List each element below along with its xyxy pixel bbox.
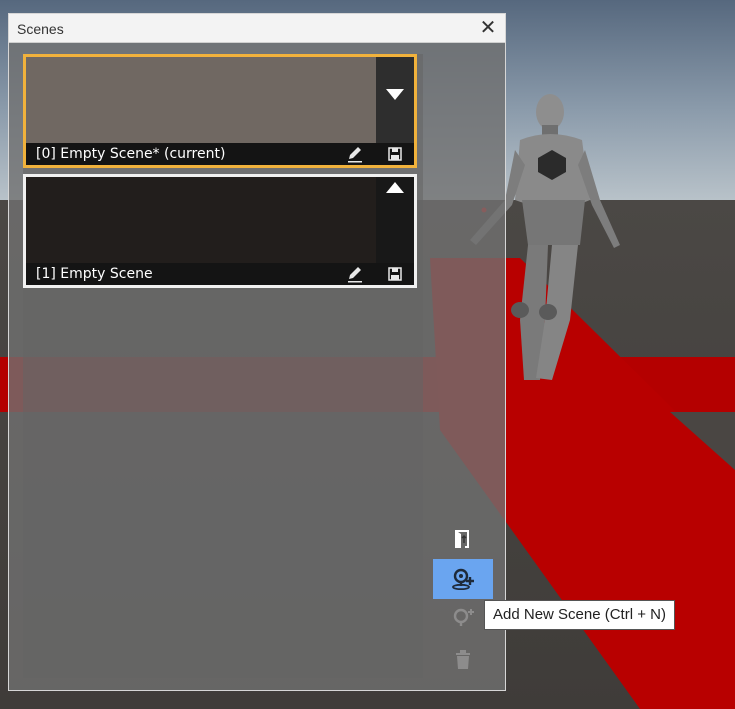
add-new-scene-button[interactable] (433, 559, 493, 599)
save-scene-button[interactable] (387, 266, 403, 282)
scene-reorder-panel (376, 177, 414, 263)
scene-thumbnail[interactable] (26, 177, 376, 263)
move-up-button[interactable] (386, 181, 404, 195)
pencil-icon (348, 147, 362, 163)
scene-footer: [1] Empty Scene (26, 263, 414, 285)
add-scene-tooltip: Add New Scene (Ctrl + N) (484, 600, 675, 630)
scene-thumbnail[interactable] (26, 57, 376, 143)
duplicate-scene-icon (453, 608, 474, 626)
save-icon (388, 147, 402, 161)
add-scene-icon (452, 568, 474, 590)
scene-footer: [0] Empty Scene* (current) (26, 143, 414, 165)
export-scene-button[interactable] (433, 519, 493, 559)
delete-scene-button[interactable] (433, 639, 493, 679)
scene-name-label: [0] Empty Scene* (current) (36, 146, 226, 162)
save-icon (388, 267, 402, 281)
rename-scene-button[interactable] (346, 265, 364, 283)
close-icon: ✕ (479, 15, 497, 39)
save-scene-button[interactable] (387, 146, 403, 162)
pencil-icon (348, 267, 362, 283)
scene-card-0[interactable]: [0] Empty Scene* (current) (23, 54, 417, 168)
scene-card-1[interactable]: [1] Empty Scene (23, 174, 417, 288)
scene-name-label: [1] Empty Scene (36, 266, 153, 282)
scenes-window: Scenes ✕ [0] Empty Scene* (current) [1] … (8, 13, 506, 691)
scene-reorder-panel (376, 57, 414, 143)
move-down-button[interactable] (386, 87, 404, 101)
scene-export-icon (455, 530, 469, 548)
close-button[interactable]: ✕ (477, 16, 499, 38)
window-title: Scenes (17, 21, 64, 37)
window-titlebar[interactable]: Scenes ✕ (9, 14, 505, 43)
chevron-up-icon (386, 182, 404, 193)
rename-scene-button[interactable] (346, 145, 364, 163)
chevron-down-icon (386, 89, 404, 100)
scene-list[interactable]: [0] Empty Scene* (current) [1] Empty Sce… (23, 54, 423, 678)
trash-icon (456, 650, 470, 669)
